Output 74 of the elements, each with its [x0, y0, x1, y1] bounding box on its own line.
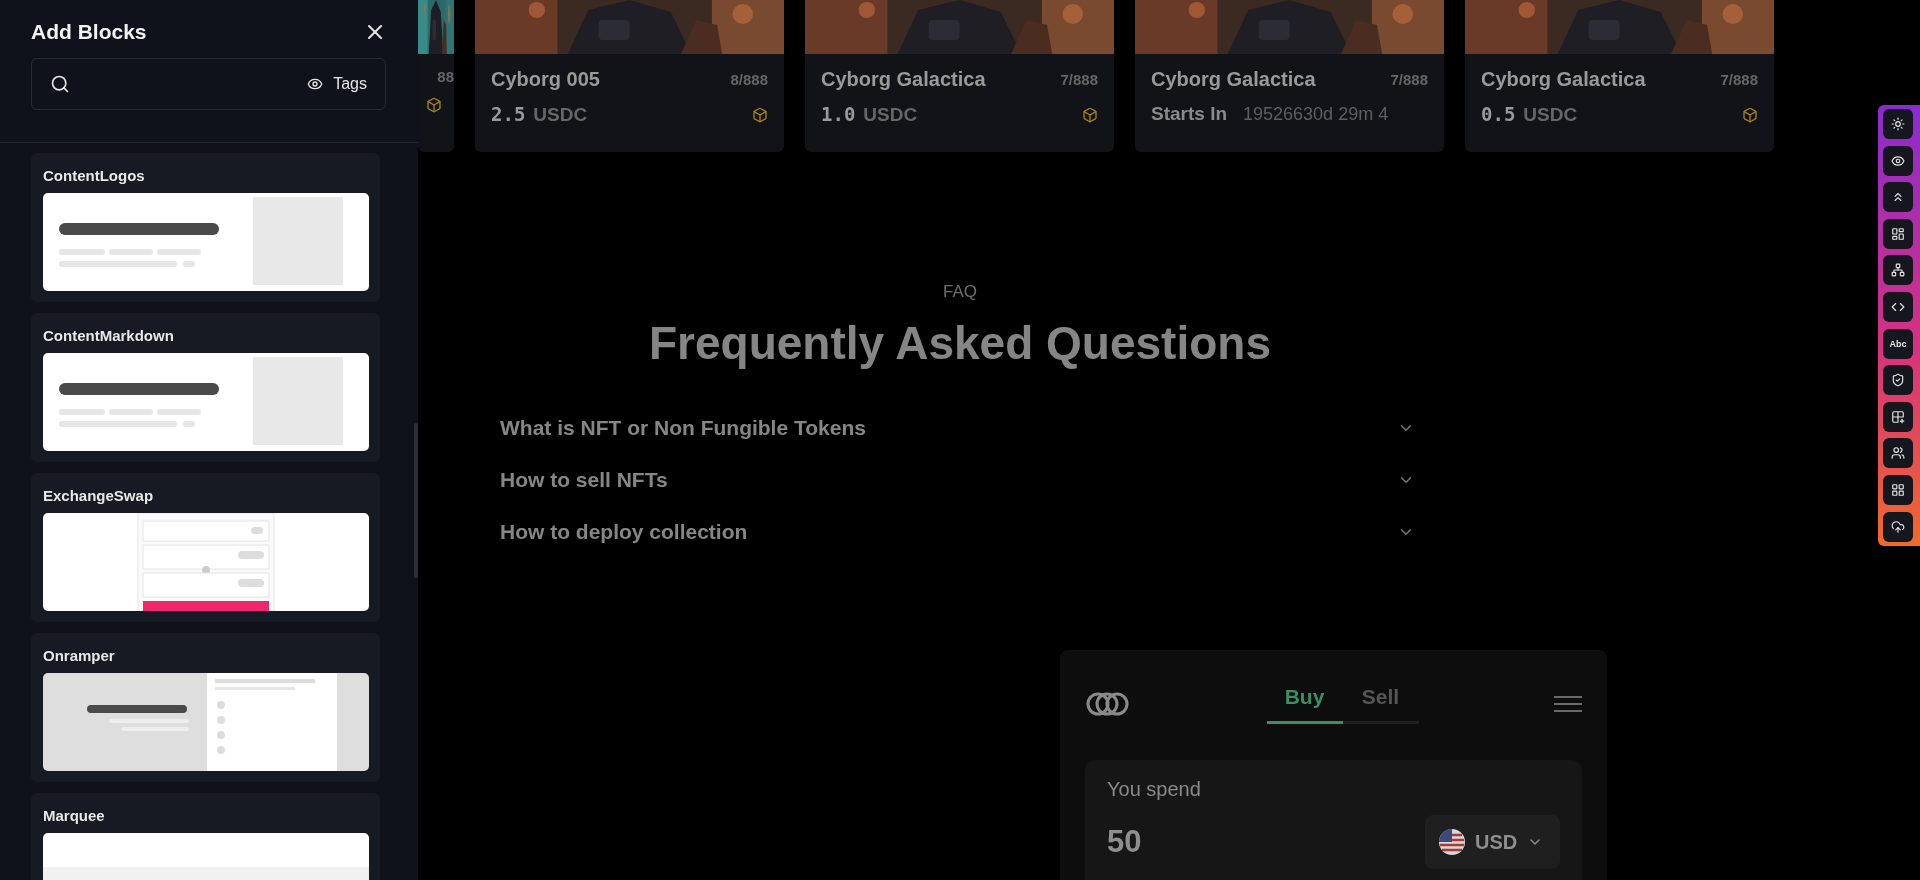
- nft-card[interactable]: Cyborg Galactica 7/888 Starts In 19526630d 29m 4: [1135, 0, 1444, 152]
- faq-question[interactable]: How to deploy collection: [500, 520, 748, 544]
- coin-icon: [1082, 106, 1098, 123]
- nft-name: Cyborg Galactica: [821, 68, 986, 91]
- menu-icon[interactable]: [1554, 695, 1582, 713]
- edition-count: 7/888: [1720, 71, 1758, 88]
- block-name: ContentLogos: [43, 167, 146, 184]
- logo-icon: [1085, 691, 1131, 717]
- cloud-upload-icon: [1891, 519, 1905, 534]
- coin-icon: [426, 97, 442, 113]
- edition-count: 7/888: [1060, 71, 1098, 88]
- nft-name: Cyborg Galactica: [1151, 68, 1316, 91]
- section-eyebrow: FAQ: [943, 282, 977, 302]
- eye-icon: [307, 76, 324, 92]
- block-card[interactable]: ContentLogos: [31, 153, 380, 302]
- sun-icon: [1891, 117, 1905, 131]
- nft-name: Cyborg Galactica: [1481, 68, 1646, 91]
- edition-count: 7/888: [1390, 71, 1428, 88]
- tool-button[interactable]: [1883, 365, 1913, 396]
- block-card[interactable]: Onramper: [31, 633, 380, 782]
- eye-icon: [1891, 153, 1905, 168]
- search-icon: [50, 74, 70, 94]
- nft-card[interactable]: Cyborg Galactica 7/888 0.5 USDC: [1465, 0, 1774, 152]
- price-unit: USDC: [863, 104, 918, 125]
- coin-icon: [752, 106, 768, 123]
- tool-button[interactable]: [1883, 291, 1913, 322]
- price-value: 0.5: [1481, 103, 1516, 125]
- faq-question[interactable]: How to sell NFTs: [500, 468, 668, 492]
- amount-value[interactable]: 50: [1107, 824, 1142, 860]
- price-value: 2.5: [491, 103, 526, 125]
- users-icon: [1891, 446, 1905, 461]
- price-unit: USDC: [1523, 104, 1578, 125]
- tags-button[interactable]: Tags: [307, 75, 367, 93]
- tool-button[interactable]: [1883, 474, 1913, 505]
- block-name: ContentMarkdown: [43, 327, 175, 344]
- block-card[interactable]: Marquee: [31, 793, 380, 880]
- tool-button[interactable]: [1883, 438, 1913, 469]
- network-icon: [1891, 263, 1905, 278]
- grid-icon: [1891, 482, 1905, 497]
- block-name: ExchangeSwap: [43, 487, 155, 504]
- tool-button[interactable]: [1883, 218, 1913, 249]
- edition-count: 8/888: [730, 71, 768, 88]
- tool-button[interactable]: [1883, 401, 1913, 432]
- search-field[interactable]: Tags: [31, 58, 386, 110]
- spend-label: You spend: [1107, 778, 1202, 801]
- nft-card[interactable]: Cyborg 005 8/888 2.5 USDC: [475, 0, 784, 152]
- panel-title: Add Blocks: [31, 20, 147, 44]
- grid-plus-icon: [1891, 409, 1905, 424]
- faq-question[interactable]: What is NFT or Non Fungible Tokens: [500, 416, 866, 440]
- flag-icon: [1439, 829, 1465, 855]
- nft-name: Cyborg 005: [491, 68, 600, 91]
- tool-button[interactable]: [1883, 109, 1913, 139]
- coin-icon: [1742, 106, 1758, 123]
- tool-button[interactable]: [1883, 511, 1913, 542]
- text-style-button[interactable]: Abc: [1883, 328, 1913, 359]
- price-value: 1.0: [821, 103, 856, 125]
- nft-card[interactable]: Cyborg Galactica 7/888 1.0 USDC: [805, 0, 1114, 152]
- scrollbar[interactable]: [414, 423, 418, 578]
- block-card[interactable]: ExchangeSwap: [31, 473, 380, 622]
- tool-button[interactable]: [1883, 255, 1913, 286]
- edition-count: 88: [437, 68, 454, 85]
- countdown-label: Starts In: [1151, 103, 1228, 125]
- block-name: Marquee: [43, 807, 106, 824]
- countdown-value: 19526630d 29m 4: [1243, 103, 1389, 125]
- layout-icon: [1891, 226, 1905, 241]
- price-unit: USDC: [533, 104, 588, 125]
- block-card[interactable]: ContentMarkdown: [31, 313, 380, 462]
- mode-tab[interactable]: Buy: [1266, 684, 1343, 724]
- tool-button[interactable]: [1883, 182, 1913, 213]
- tool-button[interactable]: [1883, 145, 1913, 176]
- block-name: Onramper: [43, 647, 116, 664]
- section-title: Frequently Asked Questions: [649, 316, 1271, 370]
- shield-icon: [1891, 373, 1905, 388]
- currency-select[interactable]: USD: [1425, 815, 1560, 869]
